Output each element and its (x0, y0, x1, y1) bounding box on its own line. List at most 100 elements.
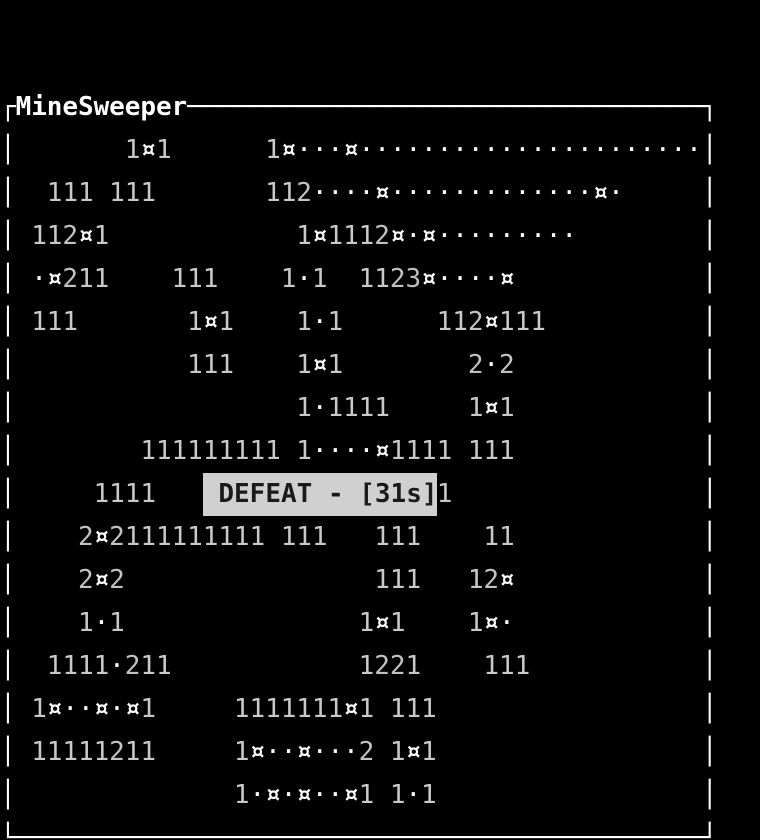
cell-2[interactable]: 2 (483, 559, 499, 602)
mine-icon[interactable]: ¤ (421, 258, 437, 301)
cell-1[interactable]: 1 (125, 473, 141, 516)
cell-1[interactable]: 1 (327, 215, 343, 258)
cell-unrevealed[interactable]: · (468, 172, 484, 215)
cell-1[interactable]: 1 (140, 473, 156, 516)
cell-unrevealed[interactable]: · (546, 129, 562, 172)
cell-unrevealed[interactable]: · (327, 731, 343, 774)
cell-unrevealed[interactable]: · (281, 774, 297, 817)
cell-1[interactable]: 1 (296, 430, 312, 473)
cell-1[interactable]: 1 (234, 430, 250, 473)
cell-1[interactable]: 1 (281, 172, 297, 215)
cell-1[interactable]: 1 (405, 645, 421, 688)
cell-unrevealed[interactable]: · (437, 129, 453, 172)
cell-3[interactable]: 3 (405, 258, 421, 301)
cell-1[interactable]: 1 (203, 516, 219, 559)
cell-1[interactable]: 1 (437, 473, 453, 516)
cell-1[interactable]: 1 (172, 258, 188, 301)
cell-1[interactable]: 1 (172, 430, 188, 473)
cell-1[interactable]: 1 (281, 258, 297, 301)
cell-1[interactable]: 1 (62, 645, 78, 688)
cell-unrevealed[interactable]: · (530, 172, 546, 215)
cell-unrevealed[interactable]: · (421, 129, 437, 172)
cell-1[interactable]: 1 (140, 172, 156, 215)
cell-unrevealed[interactable]: · (343, 172, 359, 215)
cell-unrevealed[interactable]: · (483, 172, 499, 215)
cell-unrevealed[interactable]: · (639, 129, 655, 172)
cell-unrevealed[interactable]: · (468, 215, 484, 258)
mine-icon[interactable]: ¤ (421, 215, 437, 258)
mine-icon[interactable]: ¤ (47, 258, 63, 301)
cell-unrevealed[interactable]: · (296, 129, 312, 172)
cell-2[interactable]: 2 (296, 172, 312, 215)
cell-unrevealed[interactable]: · (109, 688, 125, 731)
cell-1[interactable]: 1 (312, 258, 328, 301)
cell-1[interactable]: 1 (31, 731, 47, 774)
cell-unrevealed[interactable]: · (608, 129, 624, 172)
cell-unrevealed[interactable]: · (421, 172, 437, 215)
cell-1[interactable]: 1 (47, 731, 63, 774)
cell-2[interactable]: 2 (78, 559, 94, 602)
cell-unrevealed[interactable]: · (359, 172, 375, 215)
cell-1[interactable]: 1 (140, 645, 156, 688)
cell-1[interactable]: 1 (296, 344, 312, 387)
cell-unrevealed[interactable]: · (327, 129, 343, 172)
cell-1[interactable]: 1 (78, 731, 94, 774)
cell-unrevealed[interactable]: · (515, 172, 531, 215)
cell-unrevealed[interactable]: · (452, 129, 468, 172)
cell-unrevealed[interactable]: · (530, 129, 546, 172)
mine-icon[interactable]: ¤ (499, 559, 515, 602)
cell-1[interactable]: 1 (327, 301, 343, 344)
cell-unrevealed[interactable]: · (499, 129, 515, 172)
cell-1[interactable]: 1 (109, 602, 125, 645)
cell-unrevealed[interactable]: · (546, 215, 562, 258)
cell-1[interactable]: 1 (218, 516, 234, 559)
cell-unrevealed[interactable]: · (452, 258, 468, 301)
cell-1[interactable]: 1 (437, 430, 453, 473)
cell-1[interactable]: 1 (265, 129, 281, 172)
cell-unrevealed[interactable]: · (390, 172, 406, 215)
cell-1[interactable]: 1 (499, 387, 515, 430)
cell-1[interactable]: 1 (390, 430, 406, 473)
mine-icon[interactable]: ¤ (47, 688, 63, 731)
cell-1[interactable]: 1 (499, 645, 515, 688)
cell-1[interactable]: 1 (327, 688, 343, 731)
cell-1[interactable]: 1 (437, 301, 453, 344)
cell-1[interactable]: 1 (250, 516, 266, 559)
mine-icon[interactable]: ¤ (593, 172, 609, 215)
cell-1[interactable]: 1 (94, 258, 110, 301)
cell-1[interactable]: 1 (250, 688, 266, 731)
cell-2[interactable]: 2 (390, 645, 406, 688)
cell-1[interactable]: 1 (265, 172, 281, 215)
cell-2[interactable]: 2 (125, 645, 141, 688)
cell-1[interactable]: 1 (327, 344, 343, 387)
mine-icon[interactable]: ¤ (343, 774, 359, 817)
mine-icon[interactable]: ¤ (405, 731, 421, 774)
cell-1[interactable]: 1 (515, 645, 531, 688)
cell-1[interactable]: 1 (187, 430, 203, 473)
cell-2[interactable]: 2 (62, 258, 78, 301)
cell-1[interactable]: 1 (234, 774, 250, 817)
cell-1[interactable]: 1 (140, 430, 156, 473)
cell-1[interactable]: 1 (250, 430, 266, 473)
mine-icon[interactable]: ¤ (78, 215, 94, 258)
cell-unrevealed[interactable]: · (608, 172, 624, 215)
cell-1[interactable]: 1 (78, 258, 94, 301)
mine-icon[interactable]: ¤ (94, 559, 110, 602)
cell-unrevealed[interactable]: · (437, 215, 453, 258)
cell-2[interactable]: 2 (62, 215, 78, 258)
cell-1[interactable]: 1 (31, 301, 47, 344)
cell-1[interactable]: 1 (78, 172, 94, 215)
cell-2[interactable]: 2 (109, 731, 125, 774)
cell-unrevealed[interactable]: · (483, 344, 499, 387)
cell-1[interactable]: 1 (156, 516, 172, 559)
cell-1[interactable]: 1 (405, 430, 421, 473)
cell-1[interactable]: 1 (390, 774, 406, 817)
cell-unrevealed[interactable]: · (561, 172, 577, 215)
cell-unrevealed[interactable]: · (593, 129, 609, 172)
cell-unrevealed[interactable]: · (405, 774, 421, 817)
cell-1[interactable]: 1 (265, 688, 281, 731)
cell-1[interactable]: 1 (296, 516, 312, 559)
cell-1[interactable]: 1 (281, 688, 297, 731)
cell-1[interactable]: 1 (187, 516, 203, 559)
cell-unrevealed[interactable]: · (390, 129, 406, 172)
